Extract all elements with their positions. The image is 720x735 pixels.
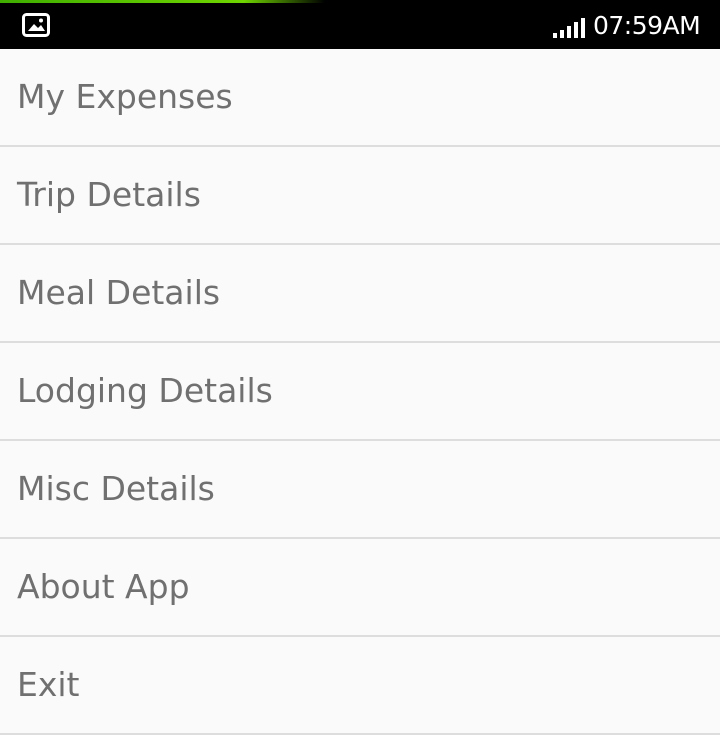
signal-bars-icon — [553, 18, 585, 38]
menu-item-my-expenses[interactable]: My Expenses — [0, 49, 720, 147]
menu-item-label: Trip Details — [17, 174, 201, 214]
status-progress-glow — [0, 0, 325, 3]
menu-item-label: My Expenses — [17, 76, 233, 116]
menu-item-label: About App — [17, 566, 190, 606]
menu-item-misc-details[interactable]: Misc Details — [0, 441, 720, 539]
menu-item-meal-details[interactable]: Meal Details — [0, 245, 720, 343]
menu-item-about-app[interactable]: About App — [0, 539, 720, 637]
gallery-icon — [22, 13, 50, 37]
main-menu: My Expenses Trip Details Meal Details Lo… — [0, 49, 720, 735]
menu-item-label: Exit — [17, 664, 80, 704]
status-bar: 07:59AM — [0, 0, 720, 49]
menu-item-exit[interactable]: Exit — [0, 637, 720, 735]
menu-item-lodging-details[interactable]: Lodging Details — [0, 343, 720, 441]
status-clock: 07:59AM — [593, 11, 701, 40]
menu-item-label: Lodging Details — [17, 370, 273, 410]
menu-item-trip-details[interactable]: Trip Details — [0, 147, 720, 245]
menu-item-label: Misc Details — [17, 468, 215, 508]
menu-item-label: Meal Details — [17, 272, 221, 312]
